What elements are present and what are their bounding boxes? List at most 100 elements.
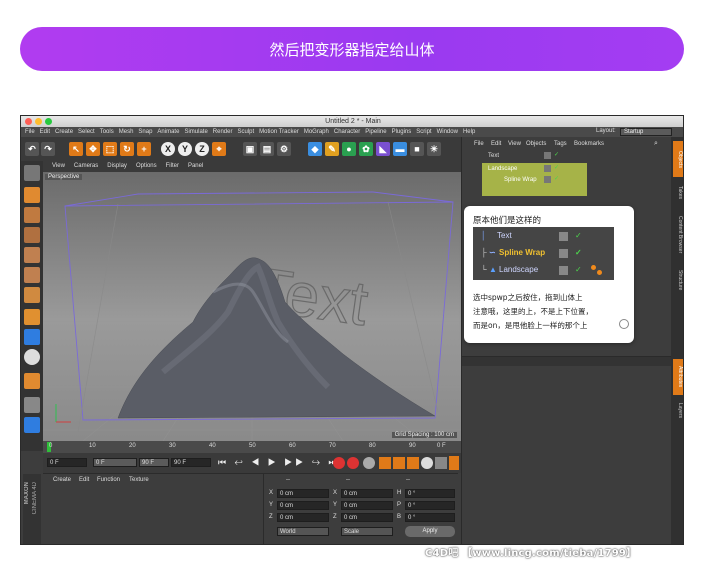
render-picture-viewer-icon[interactable]: ▤ [260, 142, 274, 156]
object-row-text[interactable]: Text ✓ [462, 151, 672, 161]
apply-button[interactable]: Apply [405, 526, 455, 537]
render-settings-icon[interactable]: ⚙ [277, 142, 291, 156]
menu-character[interactable]: Character [334, 129, 360, 135]
menu-edit[interactable]: Edit [40, 129, 50, 135]
menu-pipeline[interactable]: Pipeline [365, 129, 386, 135]
timeline-window-icon[interactable] [449, 456, 459, 470]
size-y-field[interactable]: 0 cm [341, 501, 393, 510]
material-menu-create[interactable]: Create [53, 477, 71, 483]
viewport-menu-panel[interactable]: Panel [188, 163, 203, 169]
material-menu-texture[interactable]: Texture [129, 477, 149, 483]
scale-icon[interactable]: ⬚ [103, 142, 117, 156]
grid-icon[interactable] [24, 397, 40, 413]
playback-buttons[interactable]: ⏮ ↩ ◀ ▶ ▶▶ ↪ ⏭ [218, 457, 340, 468]
menu-window[interactable]: Window [437, 129, 458, 135]
menu-create[interactable]: Create [55, 129, 73, 135]
viewport-menu-display[interactable]: Display [107, 163, 127, 169]
camera-icon[interactable]: ■ [410, 142, 424, 156]
deformer-icon[interactable]: ◣ [376, 142, 390, 156]
object-menu-tags[interactable]: Tags [554, 141, 567, 147]
object-menu-edit[interactable]: Edit [491, 141, 501, 147]
keyframe-selection-icon[interactable] [363, 457, 375, 469]
object-menu-bookmarks[interactable]: Bookmarks [574, 141, 604, 147]
lock-icon[interactable] [24, 417, 40, 433]
object-menu-view[interactable]: View [508, 141, 521, 147]
menu-select[interactable]: Select [78, 129, 95, 135]
render-view-icon[interactable]: ▣ [243, 142, 257, 156]
position-x-field[interactable]: 0 cm [277, 489, 329, 498]
tab-objects[interactable]: Objects [673, 141, 683, 177]
coordinate-system-icon[interactable]: ⌖ [212, 142, 226, 156]
size-x-field[interactable]: 0 cm [341, 489, 393, 498]
position-z-field[interactable]: 0 cm [277, 513, 329, 522]
search-icon[interactable]: ⌕ [654, 140, 658, 148]
menu-plugins[interactable]: Plugins [392, 129, 412, 135]
position-y-field[interactable]: 0 cm [277, 501, 329, 510]
axis-mode-icon[interactable] [24, 309, 40, 325]
make-editable-icon[interactable] [24, 165, 40, 181]
menu-script[interactable]: Script [416, 129, 431, 135]
tab-takes[interactable]: Takes [673, 181, 683, 205]
snap-icon[interactable] [24, 349, 40, 365]
undo-icon[interactable]: ↶ [25, 142, 39, 156]
pla-key-icon[interactable] [435, 457, 447, 469]
tab-attributes[interactable]: Attributes [673, 359, 683, 395]
menu-sculpt[interactable]: Sculpt [237, 129, 254, 135]
workplane-mode-icon[interactable] [24, 227, 40, 243]
close-button[interactable] [25, 118, 32, 125]
record-icon[interactable] [333, 457, 345, 469]
menu-motion-tracker[interactable]: Motion Tracker [259, 129, 299, 135]
subdivision-icon[interactable]: ● [342, 142, 356, 156]
size-z-field[interactable]: 0 cm [341, 513, 393, 522]
rotate-icon[interactable]: ↻ [120, 142, 134, 156]
parameter-key-icon[interactable] [421, 457, 433, 469]
viewport-menu-options[interactable]: Options [136, 163, 157, 169]
tab-content-browser[interactable]: Content Browser [673, 209, 683, 261]
rotation-h-field[interactable]: 0 ° [405, 489, 455, 498]
scale-key-icon[interactable] [393, 457, 405, 469]
position-key-icon[interactable] [379, 457, 391, 469]
menu-mograph[interactable]: MoGraph [304, 129, 329, 135]
viewport[interactable]: Perspective Text Grid Spacing: 100 cm [43, 172, 461, 441]
move-icon[interactable]: ✥ [86, 142, 100, 156]
polygons-mode-icon[interactable] [24, 287, 40, 303]
timeline[interactable]: 0 10 20 30 40 50 60 70 80 90 0 F [43, 441, 461, 453]
menu-simulate[interactable]: Simulate [184, 129, 207, 135]
material-menu-function[interactable]: Function [97, 477, 120, 483]
object-row-spline-wrap[interactable]: Spline Wrap ✓ [462, 175, 672, 185]
end-frame-field[interactable]: 90 F [171, 458, 211, 467]
min-frame-field[interactable]: 0 F [93, 458, 137, 467]
minimize-button[interactable] [35, 118, 42, 125]
points-mode-icon[interactable] [24, 247, 40, 263]
object-row-landscape[interactable]: Landscape ✓ [462, 164, 672, 174]
axis-z-button[interactable]: Z [195, 142, 209, 156]
pen-icon[interactable]: ✎ [325, 142, 339, 156]
menu-help[interactable]: Help [463, 129, 475, 135]
floor-icon[interactable]: ▬ [393, 142, 407, 156]
light-icon[interactable]: ☀ [427, 142, 441, 156]
material-menu-edit[interactable]: Edit [79, 477, 89, 483]
tab-structure[interactable]: Structure [673, 265, 683, 295]
viewport-menu-filter[interactable]: Filter [166, 163, 179, 169]
size-mode-dropdown[interactable]: Scale [341, 527, 393, 536]
viewport-menu-view[interactable]: View [52, 163, 65, 169]
menu-render[interactable]: Render [213, 129, 233, 135]
object-menu-file[interactable]: File [474, 141, 484, 147]
object-menu-objects[interactable]: Objects [526, 141, 546, 147]
tab-layers[interactable]: Layers [673, 399, 683, 423]
select-arrow-icon[interactable]: ↖ [69, 142, 83, 156]
cloner-icon[interactable]: ✿ [359, 142, 373, 156]
max-frame-field[interactable]: 90 F [139, 458, 169, 467]
model-mode-icon[interactable] [24, 187, 40, 203]
add-icon[interactable]: + [137, 142, 151, 156]
menu-file[interactable]: File [25, 129, 35, 135]
rotation-p-field[interactable]: 0 ° [405, 501, 455, 510]
redo-icon[interactable]: ↷ [41, 142, 55, 156]
layout-dropdown[interactable]: Startup [620, 128, 672, 136]
menu-mesh[interactable]: Mesh [119, 129, 134, 135]
rotation-b-field[interactable]: 0 ° [405, 513, 455, 522]
rotation-key-icon[interactable] [407, 457, 419, 469]
cube-icon[interactable]: ◆ [308, 142, 322, 156]
texture-mode-icon[interactable] [24, 207, 40, 223]
axis-y-button[interactable]: Y [178, 142, 192, 156]
